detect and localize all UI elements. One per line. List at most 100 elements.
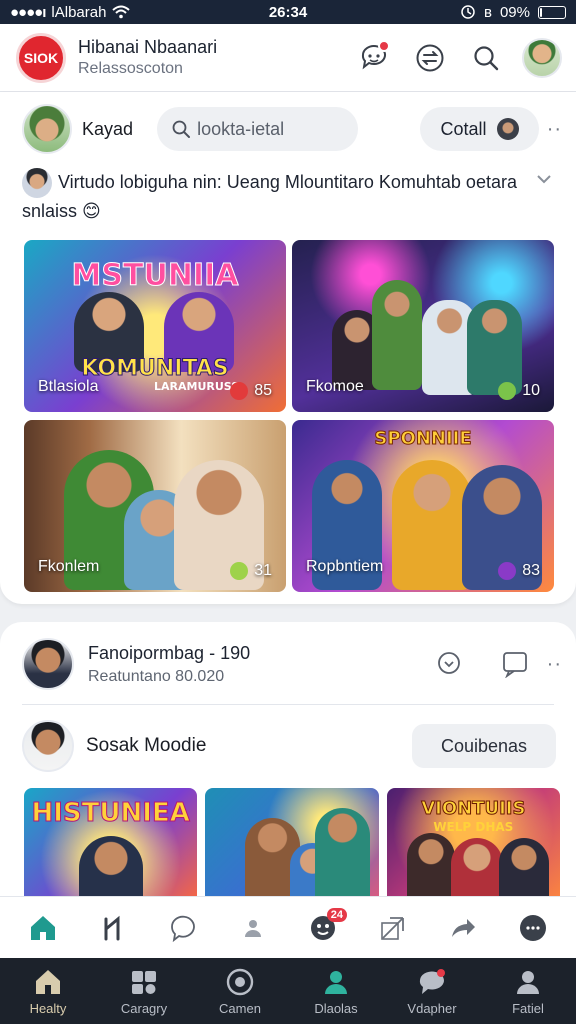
nav-item-camen[interactable]: Camen — [192, 958, 288, 1024]
person-figure — [392, 460, 472, 590]
suggestion-row: Sosak Moodie Couibenas — [22, 718, 562, 774]
person-figure — [450, 838, 503, 902]
chat-icon — [419, 968, 445, 994]
collect-label: Cotall — [440, 118, 487, 139]
person-figure — [315, 808, 371, 902]
more-icon — [520, 914, 546, 941]
music-action[interactable] — [93, 908, 133, 948]
chat-bot-button[interactable] — [356, 39, 392, 76]
person-figure — [406, 833, 455, 902]
nav-label: Healty — [29, 1000, 67, 1016]
feed-title: Fanoipormbag - 190 — [88, 642, 251, 663]
status-bar: ●●●●ı lAlbarah 26:34 ʙ 09% — [0, 0, 576, 24]
home-action[interactable] — [23, 908, 63, 948]
swap-icon — [416, 44, 444, 71]
like-icon — [498, 562, 517, 580]
action-bar: 24 — [0, 896, 576, 958]
app-header: SIOK Hibanai Nbaanari Relassoscoton — [0, 24, 576, 92]
feed-card: Fanoipormbag - 190 Reatuntano 80.020 ·· … — [0, 622, 576, 902]
search-icon — [474, 45, 499, 70]
nav-label: Fatiel — [512, 1000, 544, 1016]
count-value: 85 — [254, 382, 272, 399]
media-tile[interactable]: Fkomoe 10 — [292, 240, 554, 412]
swap-button[interactable] — [412, 40, 448, 76]
friend-action[interactable] — [233, 908, 273, 948]
comment-action[interactable] — [163, 908, 203, 948]
image-grid: MSTUNIIA KOMUNITAS LARAMURUSS Btlasiola … — [24, 240, 554, 592]
location-pin-icon[interactable] — [435, 650, 463, 678]
battery-level — [540, 7, 542, 17]
thumbnail[interactable] — [205, 788, 379, 902]
media-tile[interactable]: SPONNIIE Ropbntiem 83 — [292, 420, 554, 592]
notifications-action[interactable]: 24 — [303, 907, 347, 948]
thumbnail-heading-2: WELP DHAS — [433, 820, 514, 834]
suggestion-avatar[interactable] — [22, 720, 74, 772]
suggestion-button[interactable]: Couibenas — [412, 724, 556, 768]
count-value: 83 — [522, 562, 540, 579]
app-title: Hibanai Nbaanari — [78, 37, 218, 57]
notification-dot — [378, 39, 390, 52]
app-logo[interactable]: SIOK — [16, 32, 66, 83]
avatar — [496, 118, 519, 140]
nav-item-fatiel[interactable]: Fatiel — [480, 958, 576, 1024]
feed-item[interactable]: Fanoipormbag - 190 Reatuntano 80.020 ·· — [22, 636, 562, 692]
person-figure — [498, 838, 549, 902]
tile-count: 10 — [498, 382, 540, 400]
author-avatar[interactable] — [22, 168, 52, 198]
feed-subtitle: Reatuntano 80.020 — [88, 667, 225, 685]
more-options-icon[interactable]: ·· — [547, 653, 562, 676]
signal-icon: ●●●●ı — [10, 3, 46, 21]
home-icon — [31, 915, 55, 940]
tile-caption: LARAMURUSS — [154, 380, 240, 393]
camera-icon — [226, 968, 254, 995]
send-action[interactable] — [373, 908, 413, 948]
profile-avatar-button[interactable] — [522, 37, 562, 78]
sync-icon — [461, 5, 475, 19]
search-field[interactable]: lookta-ietal — [157, 107, 359, 151]
thumbnail[interactable]: VIONTUIIS WELP DHAS — [386, 788, 560, 902]
person-figure — [467, 300, 522, 395]
comment-icon — [171, 915, 195, 942]
send-icon — [381, 916, 404, 940]
tile-label: Fkonlem — [38, 558, 100, 575]
thumbnail-heading: HISTUNIEA — [31, 798, 190, 829]
nav-item-vdapher[interactable]: Vdapher — [384, 958, 480, 1024]
person-figure — [79, 836, 143, 902]
more-action[interactable] — [513, 908, 553, 948]
tile-count: 83 — [498, 562, 540, 580]
avatar — [522, 37, 562, 78]
composer-row: Kayad lookta-ietal Cotall ·· — [22, 104, 562, 154]
chevron-down-icon[interactable] — [536, 174, 552, 184]
search-icon — [172, 120, 191, 138]
post-card: Kayad lookta-ietal Cotall ·· Virtudo lob… — [0, 92, 576, 604]
search-button[interactable] — [468, 40, 504, 76]
feed-avatar[interactable] — [22, 638, 74, 690]
media-tile[interactable]: Fkonlem 31 — [24, 420, 286, 592]
clock: 26:34 — [268, 3, 308, 21]
bottom-navigation: Healty Caragry Camen Dlaolas Vdapher Fat… — [0, 958, 576, 1024]
home-icon — [36, 969, 60, 994]
user-avatar[interactable] — [22, 104, 72, 154]
person-figure — [372, 280, 422, 390]
nav-item-dlaolas[interactable]: Dlaolas — [288, 958, 384, 1024]
emoji-icon: 😊 — [82, 201, 101, 221]
like-icon — [498, 382, 517, 400]
tile-heading: SPONNIIE — [374, 428, 472, 450]
collect-button[interactable]: Cotall — [420, 107, 539, 151]
thumbnail-heading: VIONTUIIS — [421, 798, 526, 820]
nav-item-healty[interactable]: Healty — [0, 958, 96, 1024]
media-tile[interactable]: MSTUNIIA KOMUNITAS LARAMURUSS Btlasiola … — [24, 240, 286, 412]
message-icon[interactable] — [501, 650, 529, 678]
nav-label: Caragry — [120, 1000, 168, 1016]
nav-label: Dlaolas — [314, 1000, 358, 1016]
more-options-icon[interactable]: ·· — [547, 118, 562, 141]
carrier-name: lAlbarah — [51, 3, 107, 21]
thumbnail[interactable]: HISTUNIEA — [24, 788, 198, 902]
nav-label: Vdapher — [407, 1000, 457, 1016]
nav-item-caragry[interactable]: Caragry — [96, 958, 192, 1024]
share-action[interactable] — [443, 908, 483, 948]
battery-icon — [538, 5, 566, 19]
count-value: 31 — [254, 562, 272, 579]
person-icon — [245, 919, 261, 937]
app-subtitle: Relassoscoton — [78, 60, 183, 77]
